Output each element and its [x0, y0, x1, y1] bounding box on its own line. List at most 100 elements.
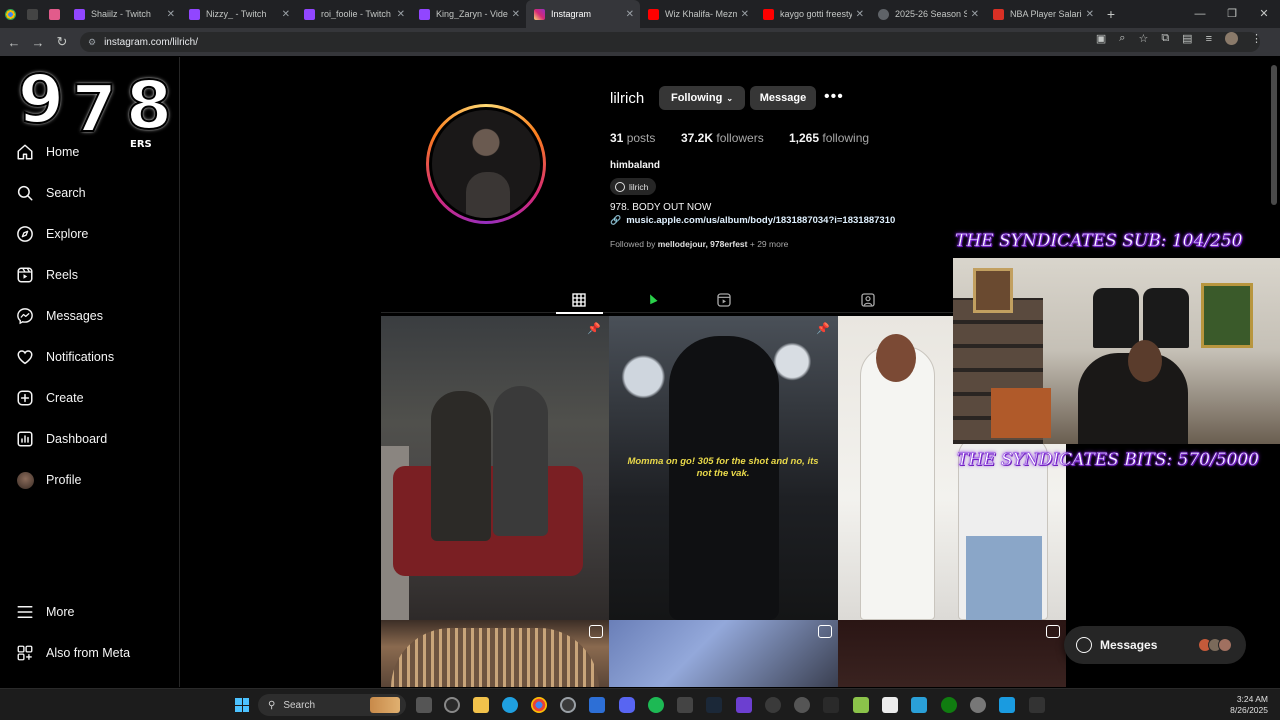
browser-tab[interactable]: roi_foolie - Twitch ✕ — [296, 0, 411, 28]
task-view-icon[interactable] — [416, 697, 432, 713]
url-text: instagram.com/lilrich/ — [104, 36, 198, 48]
nav-also-from-meta[interactable]: Also from Meta — [16, 642, 130, 664]
browser-tab[interactable]: Shaiilz - Twitch ✕ — [66, 0, 181, 28]
profile-picture[interactable] — [426, 104, 546, 224]
nav-home[interactable]: Home — [16, 141, 79, 163]
app-icon[interactable] — [999, 697, 1015, 713]
browser-tab[interactable]: kaygo gotti freesty ✕ — [755, 0, 870, 28]
close-tab-icon[interactable]: ✕ — [971, 9, 979, 20]
speed-icon[interactable] — [444, 697, 460, 713]
nav-search[interactable]: Search — [16, 182, 86, 204]
post-thumbnail[interactable]: Momma on go! 305 for the shot and no, it… — [609, 316, 838, 620]
threads-badge[interactable]: lilrich — [610, 178, 657, 195]
app-icon[interactable] — [502, 697, 518, 713]
taskbar-search[interactable]: ⚲ Search — [258, 694, 406, 716]
side-panel-icon[interactable]: ▤ — [1182, 32, 1192, 45]
scrollbar[interactable] — [1271, 65, 1277, 205]
toolbar-icons: ▣ ⌕ ☆ ⧉ ▤ ≡ ⋮ — [1096, 32, 1262, 45]
xbox-icon[interactable] — [941, 697, 957, 713]
pinned-tab-icon[interactable] — [44, 0, 66, 28]
app-icon[interactable] — [736, 697, 752, 713]
followed-by[interactable]: Followed by mellodejour, 978erfest + 29 … — [610, 239, 788, 249]
file-explorer-icon[interactable] — [473, 697, 489, 713]
nav-explore[interactable]: Explore — [16, 223, 88, 245]
close-tab-icon[interactable]: ✕ — [282, 9, 290, 20]
bookmark-star-icon[interactable]: ☆ — [1138, 32, 1148, 45]
windows-start-icon[interactable] — [235, 698, 249, 712]
close-window-icon[interactable]: ✕ — [1248, 0, 1280, 28]
app-icon[interactable] — [882, 697, 898, 713]
browser-tab[interactable]: King_Zaryn - Video ✕ — [411, 0, 526, 28]
chrome-icon[interactable] — [0, 0, 22, 28]
close-tab-icon[interactable]: ✕ — [397, 9, 405, 20]
close-tab-icon[interactable]: ✕ — [856, 9, 864, 20]
tab-search-icon[interactable]: ≡ — [1206, 33, 1212, 45]
taskbar-clock[interactable]: 3:24 AM 8/26/2025 — [1230, 694, 1268, 716]
tab-posts-grid[interactable] — [568, 290, 590, 310]
tab-reels[interactable] — [713, 290, 735, 310]
tab-tagged[interactable] — [857, 290, 879, 310]
extensions-icon[interactable]: ⧉ — [1161, 32, 1169, 45]
nav-dashboard[interactable]: Dashboard — [16, 428, 107, 450]
close-tab-icon[interactable]: ✕ — [167, 9, 175, 20]
spotify-icon[interactable] — [648, 697, 664, 713]
zoom-icon[interactable]: ⌕ — [1119, 32, 1125, 45]
browser-tab[interactable]: Wiz Khalifa- Mezm ✕ — [640, 0, 755, 28]
address-bar[interactable]: ⚙ instagram.com/lilrich/ — [80, 32, 1260, 52]
site-info-icon[interactable]: ⚙ — [88, 37, 96, 48]
browser-toolbar: ← → ↻ ⚙ instagram.com/lilrich/ ▣ ⌕ ☆ ⧉ ▤… — [0, 28, 1280, 56]
following-link[interactable]: 1,265 following — [789, 131, 869, 145]
app-icon[interactable] — [677, 697, 693, 713]
app-icon[interactable] — [1029, 697, 1045, 713]
followers-link[interactable]: 37.2K followers — [681, 131, 764, 145]
app-icon[interactable] — [794, 697, 810, 713]
back-icon[interactable]: ← — [2, 35, 26, 50]
nav-create[interactable]: Create — [16, 387, 84, 409]
post-thumbnail[interactable] — [838, 620, 1066, 687]
close-tab-icon[interactable]: ✕ — [512, 9, 520, 20]
close-tab-icon[interactable]: ✕ — [1086, 9, 1094, 20]
following-button[interactable]: Following ⌄ — [659, 86, 745, 110]
nav-more[interactable]: More — [16, 601, 74, 623]
browser-tab[interactable]: 2025-26 Season Sc ✕ — [870, 0, 985, 28]
more-options-icon[interactable]: ••• — [824, 88, 844, 106]
menu-kebab-icon[interactable]: ⋮ — [1251, 32, 1262, 45]
chrome-taskbar-icon[interactable] — [531, 697, 547, 713]
nav-reels[interactable]: Reels — [16, 264, 78, 286]
minimize-icon[interactable]: — — [1184, 0, 1216, 28]
cast-icon[interactable]: ▣ — [1096, 32, 1106, 45]
message-button[interactable]: Message — [750, 86, 816, 110]
browser-tab[interactable]: NBA Player Salarie ✕ — [985, 0, 1100, 28]
messages-pill[interactable]: Messages — [1064, 626, 1246, 664]
app-icon[interactable] — [911, 697, 927, 713]
twitch-icon — [74, 8, 85, 20]
steam-icon[interactable] — [706, 697, 722, 713]
new-tab-button[interactable]: + — [1100, 6, 1122, 22]
profile-icon[interactable] — [1225, 32, 1238, 45]
reels-icon — [717, 293, 731, 307]
app-icon[interactable] — [765, 697, 781, 713]
restore-icon[interactable]: ❐ — [1216, 0, 1248, 28]
discord-icon[interactable] — [619, 697, 635, 713]
settings-icon[interactable] — [970, 697, 986, 713]
app-icon[interactable] — [560, 697, 576, 713]
extension-tab-icon[interactable] — [22, 0, 44, 28]
browser-tab-active[interactable]: Instagram ✕ — [526, 0, 640, 28]
browser-tab[interactable]: Nizzy_ - Twitch ✕ — [181, 0, 296, 28]
post-thumbnail[interactable] — [609, 620, 838, 687]
post-thumbnail[interactable] — [381, 620, 609, 687]
close-tab-icon[interactable]: ✕ — [741, 9, 749, 20]
reload-icon[interactable]: ↻ — [50, 34, 74, 50]
close-tab-icon[interactable]: ✕ — [626, 9, 634, 20]
forward-icon[interactable]: → — [26, 35, 50, 50]
app-icon[interactable] — [589, 697, 605, 713]
profile-full-name: himbaland — [610, 160, 661, 171]
app-icon[interactable] — [823, 697, 839, 713]
twitch-icon — [189, 8, 200, 20]
profile-link[interactable]: 🔗 music.apple.com/us/album/body/183188703… — [610, 215, 895, 226]
post-thumbnail[interactable]: 📌 — [381, 316, 609, 620]
nav-profile[interactable]: Profile — [16, 469, 81, 491]
nav-messages[interactable]: Messages — [16, 305, 103, 327]
nav-notifications[interactable]: Notifications — [16, 346, 114, 368]
app-icon[interactable] — [853, 697, 869, 713]
